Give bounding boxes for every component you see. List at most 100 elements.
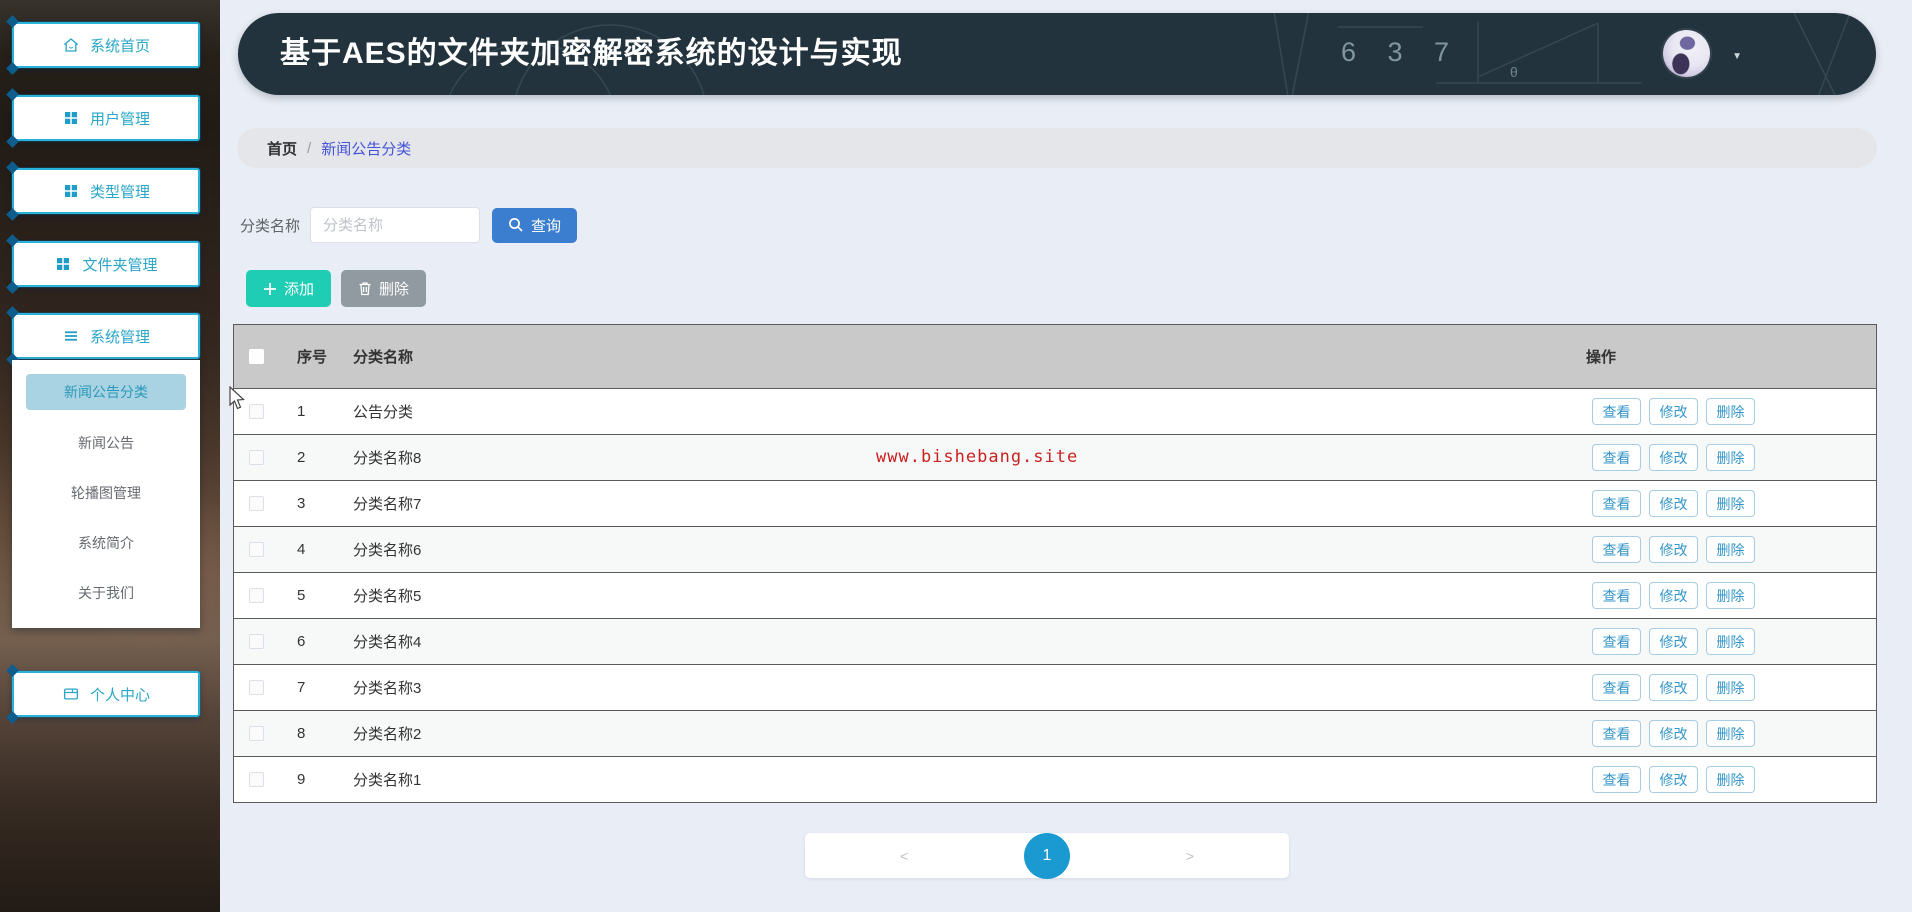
table-row: 5 分类名称5 查看 修改 删除: [234, 572, 1876, 618]
submenu-item-label: 系统简介: [78, 535, 134, 551]
view-button[interactable]: 查看: [1592, 674, 1641, 701]
pagination: < 1 >: [805, 832, 1289, 879]
search-field-label: 分类名称: [240, 217, 301, 235]
sidebar-item-label: 文件夹管理: [82, 256, 158, 274]
chevron-down-icon[interactable]: ▼: [1732, 51, 1742, 62]
edit-button[interactable]: 修改: [1649, 490, 1698, 517]
sidebar-item-system[interactable]: 系统管理: [12, 313, 200, 359]
view-button[interactable]: 查看: [1592, 490, 1641, 517]
system-submenu: 新闻公告分类 新闻公告 轮播图管理 系统简介 关于我们: [12, 360, 200, 628]
category-name-input[interactable]: [310, 207, 481, 243]
edit-button[interactable]: 修改: [1649, 444, 1698, 471]
row-index: 4: [297, 541, 306, 558]
submenu-item-news[interactable]: 新闻公告: [12, 418, 200, 468]
edit-button[interactable]: 修改: [1649, 766, 1698, 793]
sidebar-item-label: 系统管理: [89, 328, 150, 346]
sidebar-item-folders[interactable]: 文件夹管理: [12, 241, 200, 287]
select-all-checkbox[interactable]: [249, 349, 264, 364]
view-button[interactable]: 查看: [1592, 398, 1641, 425]
delete-row-button[interactable]: 删除: [1706, 766, 1755, 793]
breadcrumb-current[interactable]: 新闻公告分类: [321, 138, 411, 159]
delete-row-button[interactable]: 删除: [1706, 398, 1755, 425]
row-checkbox[interactable]: [249, 450, 264, 465]
search-icon: [509, 218, 523, 232]
category-table: 序号 分类名称 操作 1 公告分类 查看 修改 删除 2 分类名称8 查看 修改 删除 …: [233, 324, 1877, 803]
page-title: 基于AES的文件夹加密解密系统的设计与实现: [280, 37, 903, 70]
row-name: 分类名称8: [353, 450, 422, 467]
view-button[interactable]: 查看: [1592, 536, 1641, 563]
row-checkbox[interactable]: [249, 588, 264, 603]
table-row: 8 分类名称2 查看 修改 删除: [234, 710, 1876, 756]
row-name: 公告分类: [353, 404, 414, 421]
submenu-item-intro[interactable]: 系统简介: [12, 518, 200, 568]
delete-row-button[interactable]: 删除: [1706, 582, 1755, 609]
add-button[interactable]: 添加: [246, 270, 332, 307]
row-actions: 查看 修改 删除: [1586, 766, 1876, 793]
delete-row-button[interactable]: 删除: [1706, 628, 1755, 655]
prev-page-button[interactable]: <: [900, 848, 908, 864]
view-button[interactable]: 查看: [1592, 720, 1641, 747]
column-header-name: 分类名称: [353, 349, 414, 366]
home-icon: [63, 38, 79, 52]
table-row: 7 分类名称3 查看 修改 删除: [234, 664, 1876, 710]
sidebar-item-users[interactable]: 用户管理: [12, 95, 200, 141]
submenu-item-news-category[interactable]: 新闻公告分类: [26, 374, 186, 410]
row-index: 8: [297, 725, 306, 742]
delete-button[interactable]: 删除: [341, 270, 427, 307]
row-checkbox[interactable]: [249, 542, 264, 557]
row-checkbox[interactable]: [249, 496, 264, 511]
submenu-item-label: 关于我们: [78, 585, 134, 601]
breadcrumb-home[interactable]: 首页: [267, 138, 297, 159]
search-form: 分类名称 查询: [240, 207, 578, 243]
table-body: 1 公告分类 查看 修改 删除 2 分类名称8 查看 修改 删除 3 分类名称7 查看修…: [234, 388, 1876, 802]
breadcrumb-separator: /: [307, 139, 312, 157]
edit-button[interactable]: 修改: [1649, 536, 1698, 563]
row-actions: 查看 修改 删除: [1586, 628, 1876, 655]
next-page-button[interactable]: >: [1186, 848, 1194, 864]
avatar[interactable]: [1663, 30, 1710, 77]
sidebar-item-types[interactable]: 类型管理: [12, 168, 200, 214]
query-button[interactable]: 查询: [492, 207, 578, 243]
submenu-item-about[interactable]: 关于我们: [12, 568, 200, 618]
grid-icon: [57, 258, 70, 270]
row-checkbox[interactable]: [249, 634, 264, 649]
row-name: 分类名称1: [353, 772, 422, 789]
sidebar-item-personal[interactable]: 个人中心: [12, 671, 200, 717]
view-button[interactable]: 查看: [1592, 444, 1641, 471]
page-1-button[interactable]: 1: [1024, 832, 1070, 879]
plus-icon: [264, 282, 276, 295]
row-index: 9: [297, 771, 306, 788]
add-button-label: 添加: [284, 281, 315, 298]
row-index: 2: [297, 449, 306, 466]
row-checkbox[interactable]: [249, 726, 264, 741]
row-actions: 查看 修改 删除: [1586, 582, 1876, 609]
edit-button[interactable]: 修改: [1649, 398, 1698, 425]
delete-row-button[interactable]: 删除: [1706, 444, 1755, 471]
edit-button[interactable]: 修改: [1649, 674, 1698, 701]
row-checkbox[interactable]: [249, 680, 264, 695]
row-checkbox[interactable]: [249, 404, 264, 419]
row-actions: 查看 修改 删除: [1586, 720, 1876, 747]
delete-row-button[interactable]: 删除: [1706, 674, 1755, 701]
row-name: 分类名称7: [353, 496, 422, 513]
view-button[interactable]: 查看: [1592, 766, 1641, 793]
sidebar-item-home[interactable]: 系统首页: [12, 22, 200, 68]
delete-row-button[interactable]: 删除: [1706, 490, 1755, 517]
row-checkbox[interactable]: [249, 772, 264, 787]
query-button-label: 查询: [531, 217, 562, 235]
delete-row-button[interactable]: 删除: [1706, 536, 1755, 563]
table-header-row: 序号 分类名称 操作: [234, 325, 1876, 388]
sidebar: 系统首页 用户管理 类型管理 文件夹管理 系统管理 新闻公告分类 新闻公告 轮播…: [0, 0, 220, 912]
view-button[interactable]: 查看: [1592, 582, 1641, 609]
edit-button[interactable]: 修改: [1649, 628, 1698, 655]
edit-button[interactable]: 修改: [1649, 582, 1698, 609]
edit-button[interactable]: 修改: [1649, 720, 1698, 747]
sidebar-item-label: 类型管理: [89, 183, 150, 201]
delete-row-button[interactable]: 删除: [1706, 720, 1755, 747]
view-button[interactable]: 查看: [1592, 628, 1641, 655]
table-row: 1 公告分类 查看 修改 删除: [234, 388, 1876, 434]
row-actions: 查看 修改 删除: [1586, 536, 1876, 563]
table-row: 6 分类名称4 查看 修改 删除: [234, 618, 1876, 664]
submenu-item-carousel[interactable]: 轮播图管理: [12, 468, 200, 518]
row-name: 分类名称4: [353, 634, 422, 651]
